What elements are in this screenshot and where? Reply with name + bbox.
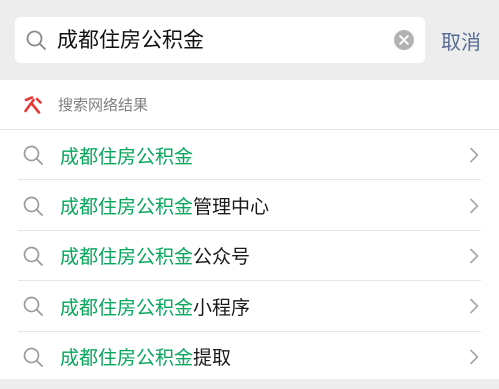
result-highlight: 成都住房公积金: [60, 296, 194, 319]
chevron-right-icon: [470, 349, 479, 365]
result-suffix: 管理中心: [193, 196, 270, 219]
result-highlight: 成都住房公积金: [60, 246, 194, 269]
chevron-right-icon: [470, 248, 479, 264]
chevron-right-icon: [470, 299, 479, 314]
search-icon: [23, 347, 43, 367]
result-highlight: 成都住房公积金: [60, 347, 194, 370]
search-icon: [23, 246, 43, 266]
search-bar: 成都住房公积金 取消: [0, 0, 499, 80]
chevron-right-icon: [470, 198, 479, 213]
list-item[interactable]: 成都住房公积金: [0, 130, 499, 181]
search-icon: [23, 196, 43, 216]
result-text: 成都住房公积金管理中心: [60, 192, 467, 219]
list-item[interactable]: 成都住房公积金公众号: [0, 231, 499, 282]
result-highlight: 成都住房公积金: [60, 196, 194, 219]
result-text: 成都住房公积金公众号: [60, 242, 467, 269]
result-suffix: 公众号: [193, 246, 251, 269]
section-title: 搜索网络结果: [58, 96, 149, 114]
result-list: 成都住房公积金 成都住房公积金管理中心 成都住房公积金公众号 成都住房公积金小程…: [0, 130, 499, 382]
search-icon: [26, 30, 46, 50]
search-query-text[interactable]: 成都住房公积金: [57, 17, 393, 63]
search-page: 成都住房公积金 取消 搜索网络结果 成都住房公积金 成都住房公积金管理中心 成都…: [0, 0, 499, 389]
result-text: 成都住房公积金提取: [60, 343, 467, 370]
result-text: 成都住房公积金: [60, 142, 467, 169]
result-text: 成都住房公积金小程序: [60, 293, 467, 320]
list-item[interactable]: 成都住房公积金提取: [0, 332, 499, 382]
search-icon: [23, 297, 43, 317]
section-header: 搜索网络结果: [0, 80, 499, 130]
result-highlight: 成都住房公积金: [60, 145, 194, 168]
chevron-right-icon: [470, 147, 479, 163]
search-icon: [23, 145, 43, 166]
result-suffix: 提取: [193, 347, 232, 370]
search-input[interactable]: 成都住房公积金: [15, 17, 425, 63]
bottom-divider: [0, 379, 499, 389]
souyisou-logo-icon: [24, 95, 42, 114]
list-item[interactable]: 成都住房公积金管理中心: [0, 180, 499, 232]
list-item[interactable]: 成都住房公积金小程序: [0, 281, 499, 332]
cancel-button[interactable]: 取消: [441, 26, 481, 55]
clear-icon[interactable]: [393, 29, 415, 51]
result-suffix: 小程序: [193, 296, 251, 319]
